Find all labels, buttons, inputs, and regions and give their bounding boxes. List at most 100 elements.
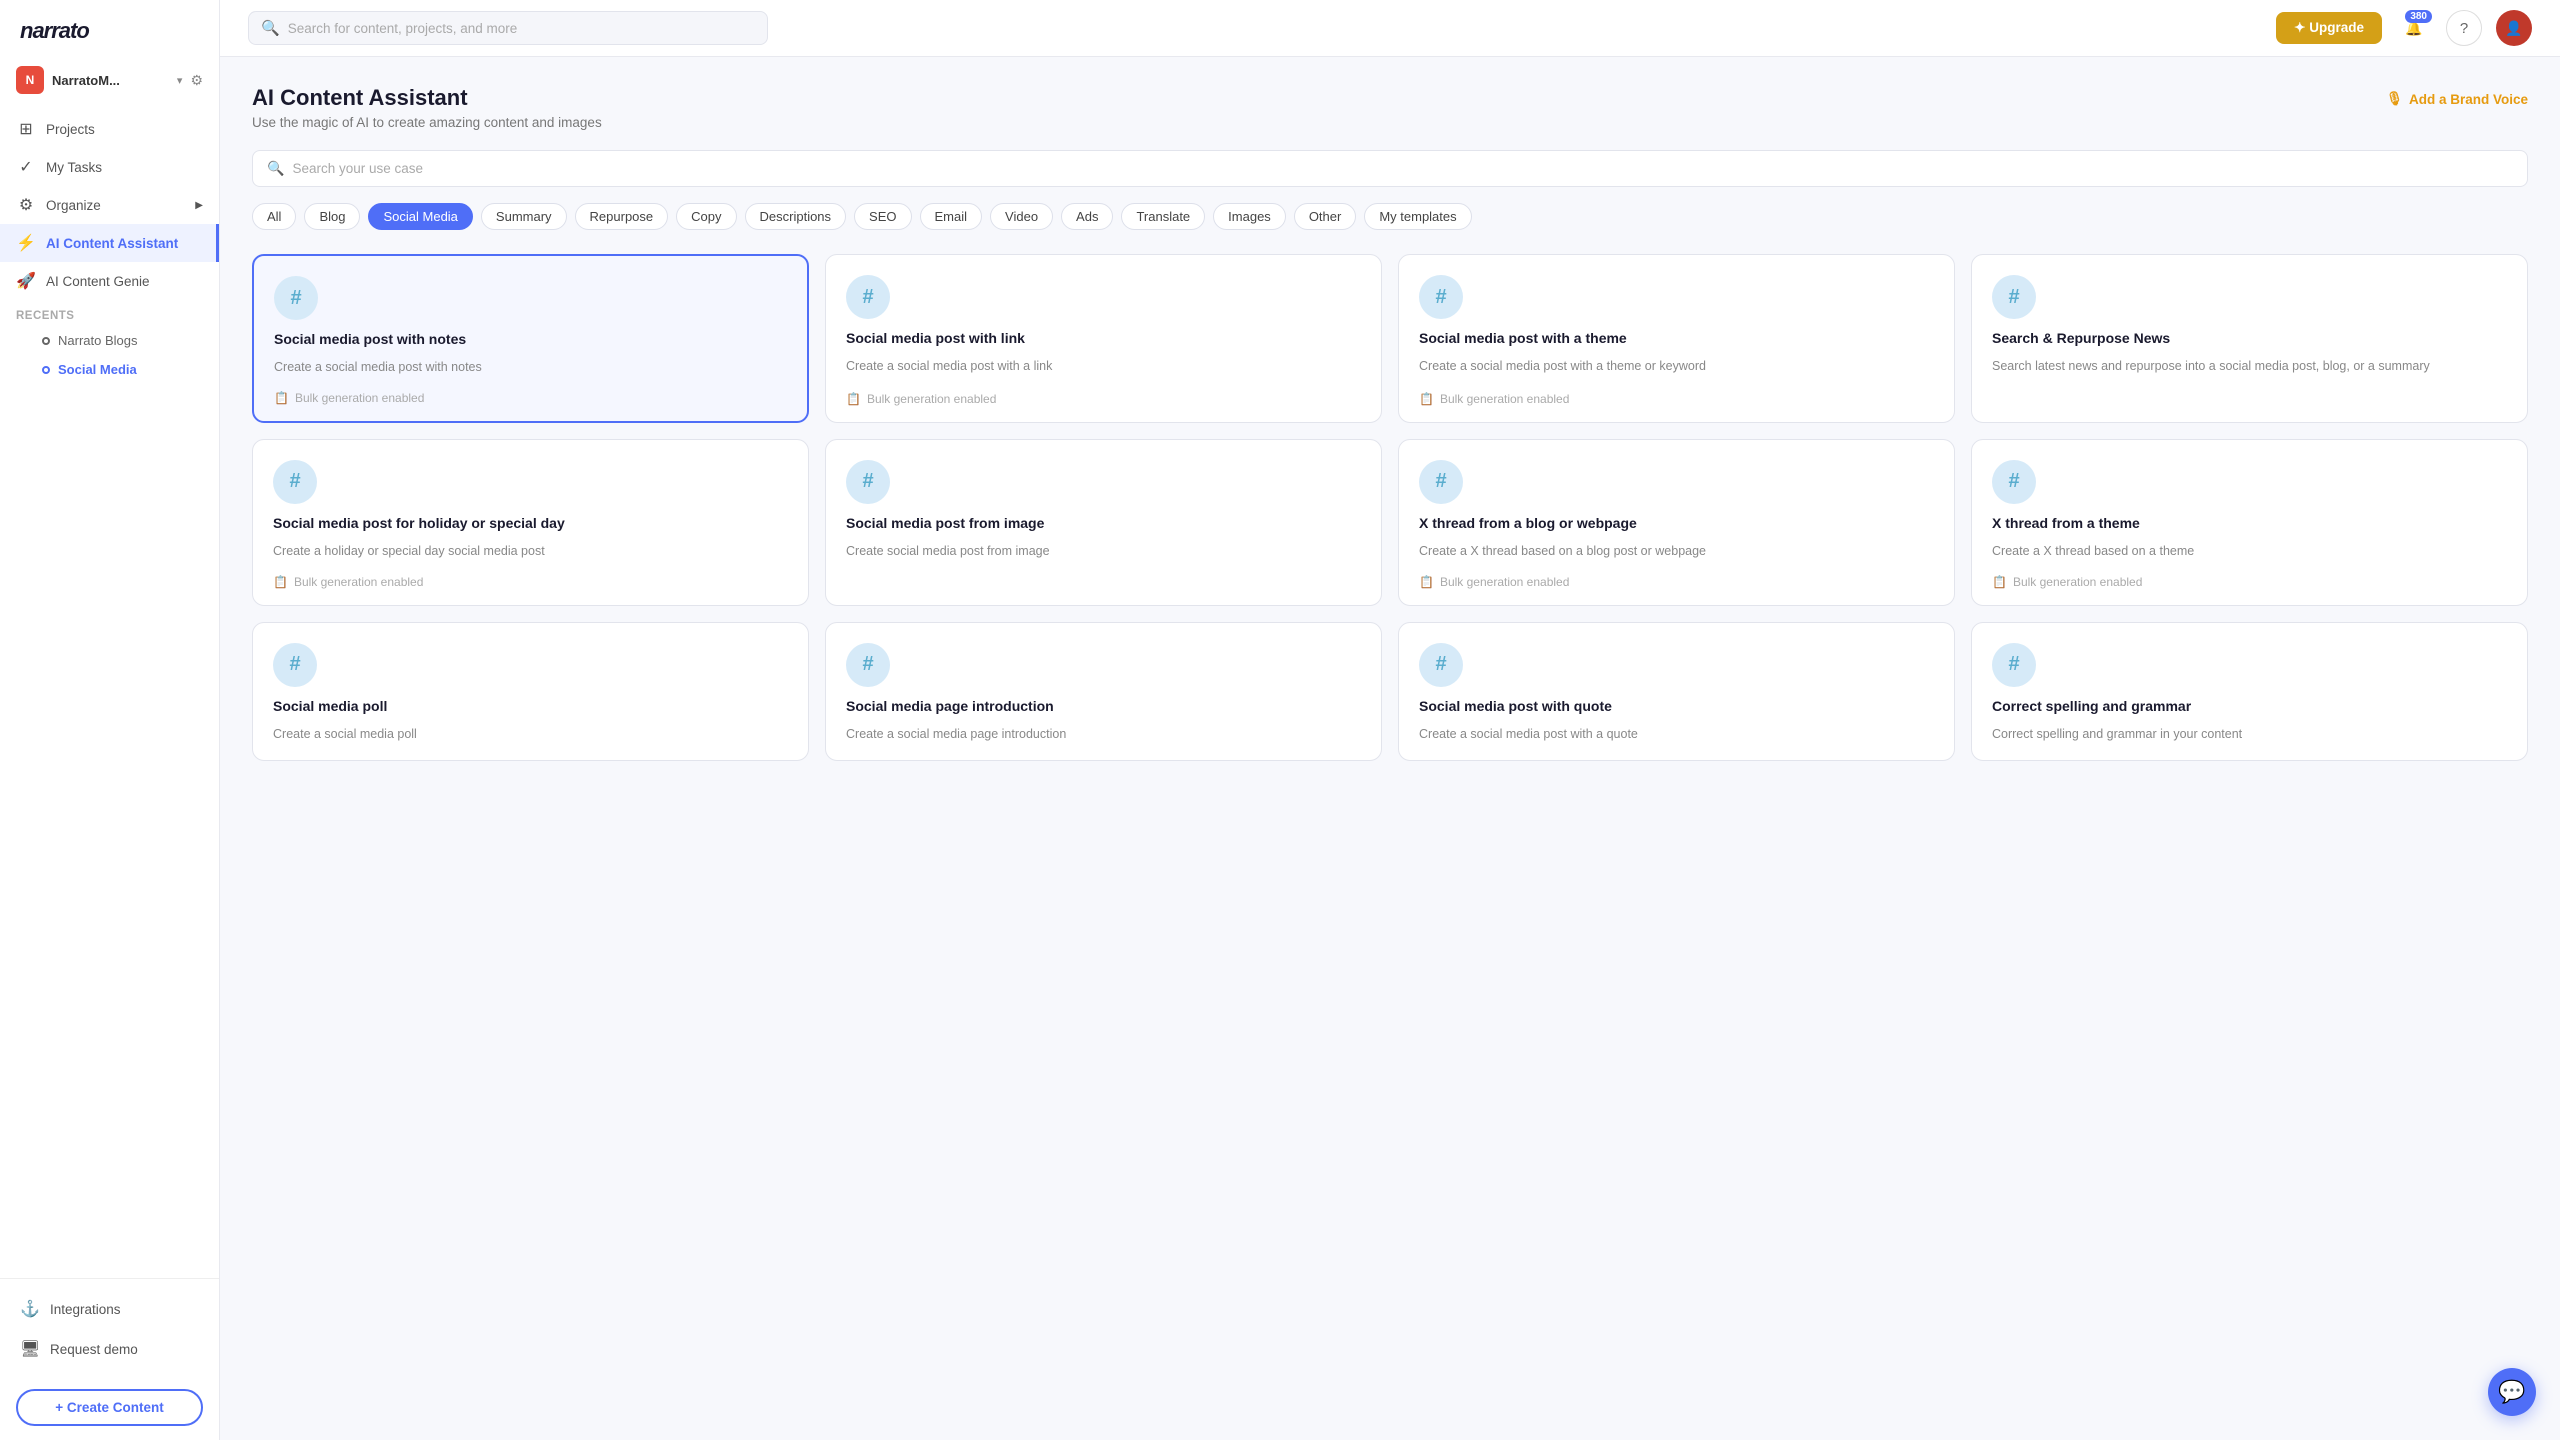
hashtag-icon: # <box>1992 643 2036 687</box>
help-button[interactable]: ? <box>2446 10 2482 46</box>
notification-bell[interactable]: 🔔 380 <box>2396 10 2432 46</box>
projects-icon: ⊞ <box>16 119 36 139</box>
filter-chip-images[interactable]: Images <box>1213 203 1286 230</box>
sidebar-item-tasks[interactable]: ✓ My Tasks <box>0 148 219 186</box>
bullet-icon <box>42 366 50 374</box>
hashtag-icon: # <box>1419 643 1463 687</box>
card-description: Create a holiday or special day social m… <box>273 542 788 561</box>
filter-chip-copy[interactable]: Copy <box>676 203 736 230</box>
logo: narrato <box>0 0 219 58</box>
usecase-search-input[interactable] <box>292 161 2513 176</box>
workspace-selector[interactable]: N NarratoM... ▾ ⚙ <box>0 58 219 102</box>
card-social-post-notes[interactable]: #Social media post with notesCreate a so… <box>252 254 809 423</box>
card-x-thread-theme[interactable]: #X thread from a themeCreate a X thread … <box>1971 439 2528 606</box>
card-title: Social media post with quote <box>1419 697 1934 715</box>
filter-chip-my-templates[interactable]: My templates <box>1364 203 1471 230</box>
card-title: X thread from a blog or webpage <box>1419 514 1934 532</box>
card-title: X thread from a theme <box>1992 514 2507 532</box>
recent-item-social-media[interactable]: Social Media <box>0 355 219 384</box>
filter-chip-seo[interactable]: SEO <box>854 203 911 230</box>
search-icon: 🔍 <box>267 160 284 177</box>
user-avatar[interactable]: 👤 <box>2496 10 2532 46</box>
sidebar-item-ai-content-genie[interactable]: 🚀 AI Content Genie <box>0 262 219 300</box>
card-bulk-label: 📋 Bulk generation enabled <box>1992 575 2507 589</box>
hashtag-icon: # <box>846 460 890 504</box>
hashtag-icon: # <box>846 643 890 687</box>
card-social-poll[interactable]: # Social media poll Create a social media … <box>252 622 809 761</box>
hashtag-icon: # <box>274 276 318 320</box>
card-x-thread-blog[interactable]: # X thread from a blog or webpage Create a… <box>1398 439 1955 606</box>
recent-item-narrato-blogs[interactable]: Narrato Blogs <box>0 326 219 355</box>
filter-chip-summary[interactable]: Summary <box>481 203 567 230</box>
page-title: AI Content Assistant <box>252 85 602 111</box>
filter-chip-video[interactable]: Video <box>990 203 1053 230</box>
filter-chip-all[interactable]: All <box>252 203 296 230</box>
filter-chip-blog[interactable]: Blog <box>304 203 360 230</box>
card-description: Create a social media post with a quote <box>1419 725 1934 744</box>
card-social-post-link[interactable]: # Social media post with link Create a soc… <box>825 254 1382 423</box>
sidebar-item-projects[interactable]: ⊞ Projects <box>0 110 219 148</box>
filter-chip-translate[interactable]: Translate <box>1121 203 1205 230</box>
lightning-icon: ⚡ <box>16 233 36 253</box>
page-header-left: AI Content Assistant Use the magic of AI… <box>252 85 602 130</box>
bulk-icon: 📋 <box>273 575 288 589</box>
filter-chip-social-media[interactable]: Social Media <box>368 203 472 230</box>
hashtag-icon: # <box>273 643 317 687</box>
sidebar-bottom: ⚓ Integrations 🖥 Request demo <box>0 1278 219 1379</box>
main-area: 🔍 ✦ Upgrade 🔔 380 ? 👤 AI Content Assista… <box>220 0 2560 1440</box>
sidebar-item-organize[interactable]: ⚙ Organize ▶ <box>0 186 219 224</box>
card-description: Create a social media page introduction <box>846 725 1361 744</box>
card-description: Create a X thread based on a blog post o… <box>1419 542 1934 561</box>
gear-icon[interactable]: ⚙ <box>190 72 203 89</box>
add-brand-voice-button[interactable]: 🎙 Add a Brand Voice <box>2386 85 2528 113</box>
workspace-name: NarratoM... <box>52 73 169 88</box>
card-social-from-image[interactable]: #Social media post from imageCreate soci… <box>825 439 1382 606</box>
card-title: Social media post with a theme <box>1419 329 1934 347</box>
sidebar-item-integrations[interactable]: ⚓ Integrations <box>16 1291 203 1327</box>
card-title: Social media post with link <box>846 329 1361 347</box>
global-search-input[interactable] <box>288 21 755 36</box>
cards-grid: #Social media post with notesCreate a so… <box>252 254 2528 761</box>
sidebar: narrato N NarratoM... ▾ ⚙ ⊞ Projects ✓ M… <box>0 0 220 1440</box>
bulk-icon: 📋 <box>1419 575 1434 589</box>
search-icon: 🔍 <box>261 19 280 37</box>
filter-chip-repurpose[interactable]: Repurpose <box>575 203 669 230</box>
card-social-with-quote[interactable]: # Social media post with quote Create a so… <box>1398 622 1955 761</box>
card-social-page-intro[interactable]: #Social media page introductionCreate a … <box>825 622 1382 761</box>
card-search-repurpose-news[interactable]: #Search & Repurpose NewsSearch latest ne… <box>1971 254 2528 423</box>
page-subtitle: Use the magic of AI to create amazing co… <box>252 115 602 130</box>
topbar: 🔍 ✦ Upgrade 🔔 380 ? 👤 <box>220 0 2560 57</box>
card-social-post-theme[interactable]: # Social media post with a theme Create a … <box>1398 254 1955 423</box>
card-description: Create social media post from image <box>846 542 1361 589</box>
microphone-icon: 🎙 <box>2386 91 2403 107</box>
chevron-right-icon: ▶ <box>195 200 203 211</box>
chat-support-button[interactable]: 💬 <box>2488 1368 2536 1416</box>
create-content-button[interactable]: + Create Content <box>16 1389 203 1426</box>
hashtag-icon: # <box>1419 460 1463 504</box>
card-title: Social media poll <box>273 697 788 715</box>
filter-chip-other[interactable]: Other <box>1294 203 1357 230</box>
bulk-icon: 📋 <box>1992 575 2007 589</box>
global-search-bar: 🔍 <box>248 11 768 45</box>
card-title: Social media post for holiday or special… <box>273 514 788 532</box>
sidebar-item-ai-content-assistant[interactable]: ⚡ AI Content Assistant <box>0 224 219 262</box>
filter-chip-email[interactable]: Email <box>920 203 983 230</box>
card-description: Create a social media post with a theme … <box>1419 357 1934 378</box>
card-correct-spelling[interactable]: #Correct spelling and grammarCorrect spe… <box>1971 622 2528 761</box>
card-description: Create a social media poll <box>273 725 788 744</box>
upgrade-button[interactable]: ✦ Upgrade <box>2276 12 2382 44</box>
topbar-right: ✦ Upgrade 🔔 380 ? 👤 <box>2276 10 2532 46</box>
sidebar-item-request-demo[interactable]: 🖥 Request demo <box>16 1331 203 1367</box>
hashtag-icon: # <box>846 275 890 319</box>
chevron-down-icon: ▾ <box>177 74 183 87</box>
tasks-icon: ✓ <box>16 157 36 177</box>
card-description: Create a social media post with a link <box>846 357 1361 378</box>
card-bulk-label: 📋 Bulk generation enabled <box>1419 392 1934 406</box>
bulk-icon: 📋 <box>1419 392 1434 406</box>
filter-chip-ads[interactable]: Ads <box>1061 203 1113 230</box>
card-social-holiday[interactable]: #Social media post for holiday or specia… <box>252 439 809 606</box>
notification-count: 380 <box>2405 10 2432 23</box>
anchor-icon: ⚓ <box>20 1299 40 1319</box>
hashtag-icon: # <box>1419 275 1463 319</box>
filter-chip-descriptions[interactable]: Descriptions <box>745 203 847 230</box>
